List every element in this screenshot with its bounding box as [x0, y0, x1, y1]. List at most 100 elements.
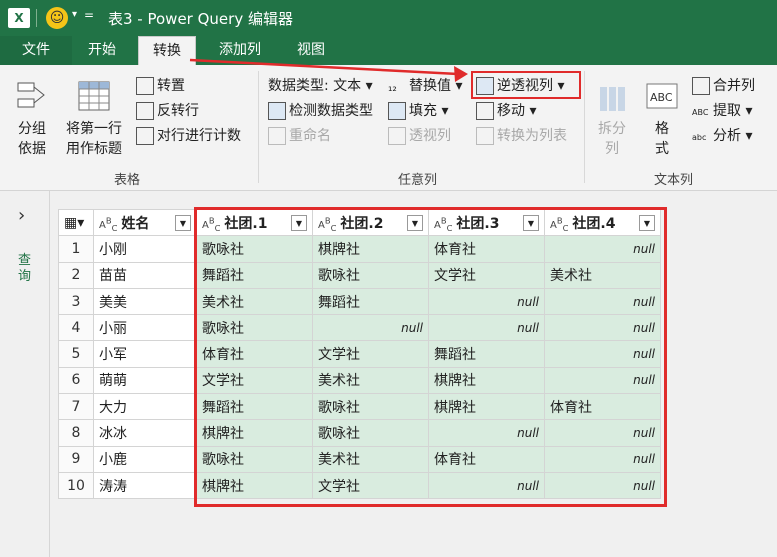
filter-dropdown-icon[interactable]: ▼ — [175, 214, 191, 231]
table-cell[interactable]: 歌咏社 — [196, 314, 313, 342]
parse-button[interactable]: abc 分析 ▾ — [692, 125, 752, 147]
row-number[interactable]: 5 — [58, 340, 94, 368]
split-column-button[interactable]: 拆分 列 — [592, 79, 632, 159]
table-cell[interactable]: 体育社 — [428, 445, 545, 473]
row-number[interactable]: 2 — [58, 261, 94, 289]
table-cell[interactable]: 歌咏社 — [312, 393, 429, 421]
table-cell[interactable]: 冰冰 — [93, 419, 197, 447]
filter-dropdown-icon[interactable]: ▼ — [523, 214, 539, 231]
table-cell[interactable]: 歌咏社 — [196, 445, 313, 473]
table-cell[interactable]: 文学社 — [196, 366, 313, 395]
filter-dropdown-icon[interactable]: ▼ — [639, 214, 655, 231]
table-cell[interactable]: 文学社 — [428, 261, 545, 289]
table-cell[interactable]: 棋牌社 — [428, 366, 545, 395]
table-cell[interactable]: null — [544, 314, 661, 342]
table-cell[interactable]: null — [544, 445, 661, 473]
filter-dropdown-icon[interactable]: ▼ — [407, 214, 423, 231]
table-cell[interactable]: 美美 — [93, 287, 197, 316]
replace-values-button[interactable]: ₁₂ 替换值 ▾ — [388, 75, 462, 97]
table-row[interactable]: 8 冰冰 棋牌社 歌咏社 null null — [58, 419, 661, 447]
row-number[interactable]: 10 — [58, 471, 94, 500]
fill-button[interactable]: 填充 ▾ — [388, 100, 448, 122]
first-row-header-button[interactable]: 将第一行 用作标题 — [58, 79, 130, 159]
table-cell[interactable]: 小刚 — [93, 235, 197, 263]
tab-file[interactable]: 文件 — [0, 36, 72, 65]
table-row[interactable]: 3 美美 美术社 舞蹈社 null null — [58, 287, 661, 316]
table-cell[interactable]: 歌咏社 — [312, 419, 429, 447]
row-number[interactable]: 8 — [58, 419, 94, 447]
tab-home[interactable]: 开始 — [74, 36, 130, 65]
quick-access-dropdown-icon[interactable]: ▾ — [72, 9, 77, 20]
table-cell[interactable]: null — [544, 235, 661, 263]
column-header[interactable]: ABC 社团.2 ▼ — [312, 208, 429, 237]
table-cell[interactable]: 文学社 — [312, 340, 429, 368]
table-row[interactable]: 4 小丽 歌咏社 null null null — [58, 314, 661, 342]
table-row[interactable]: 5 小军 体育社 文学社 舞蹈社 null — [58, 340, 661, 368]
smiley-feedback-icon[interactable]: ☺ — [46, 7, 68, 29]
table-cell[interactable]: null — [428, 471, 545, 500]
table-cell[interactable]: 小丽 — [93, 314, 197, 342]
table-cell[interactable]: 棋牌社 — [428, 393, 545, 421]
convert-to-list-button[interactable]: 转换为列表 — [476, 125, 567, 147]
table-cell[interactable]: 苗苗 — [93, 261, 197, 289]
rename-button[interactable]: 重命名 — [268, 125, 331, 147]
table-row[interactable]: 1 小刚 歌咏社 棋牌社 体育社 null — [58, 235, 661, 263]
table-cell[interactable]: 舞蹈社 — [428, 340, 545, 368]
table-cell[interactable]: null — [428, 314, 545, 342]
customize-icon[interactable]: = — [84, 8, 94, 22]
table-row[interactable]: 2 苗苗 舞蹈社 歌咏社 文学社 美术社 — [58, 261, 661, 289]
column-header[interactable]: ABC 社团.1 ▼ — [196, 208, 313, 237]
count-rows-button[interactable]: 对行进行计数 — [136, 125, 241, 147]
table-cell[interactable]: 舞蹈社 — [196, 261, 313, 289]
reverse-rows-button[interactable]: 反转行 — [136, 100, 199, 122]
table-cell[interactable]: 美术社 — [196, 287, 313, 316]
row-number[interactable]: 9 — [58, 445, 94, 473]
row-number[interactable]: 4 — [58, 314, 94, 342]
table-cell[interactable]: 小鹿 — [93, 445, 197, 473]
transpose-button[interactable]: 转置 — [136, 75, 185, 97]
extract-button[interactable]: ABC 提取 ▾ — [692, 100, 752, 122]
group-by-button[interactable]: 分组 依据 — [8, 79, 56, 159]
table-cell[interactable]: 小军 — [93, 340, 197, 368]
table-row[interactable]: 7 大力 舞蹈社 歌咏社 棋牌社 体育社 — [58, 393, 661, 421]
table-row[interactable]: 10 涛涛 棋牌社 文学社 null null — [58, 471, 661, 500]
table-cell[interactable]: 美术社 — [544, 261, 661, 289]
table-cell[interactable]: 体育社 — [544, 393, 661, 421]
expand-queries-chevron-icon[interactable]: › — [18, 205, 25, 226]
table-cell[interactable]: 文学社 — [312, 471, 429, 500]
table-cell[interactable]: 萌萌 — [93, 366, 197, 395]
table-cell[interactable]: null — [312, 314, 429, 342]
queries-label[interactable]: 查询 — [18, 253, 34, 285]
table-menu-icon[interactable]: ▦▾ — [58, 208, 94, 237]
table-cell[interactable]: 歌咏社 — [196, 235, 313, 263]
table-cell[interactable]: null — [544, 419, 661, 447]
table-cell[interactable]: 体育社 — [428, 235, 545, 263]
column-header[interactable]: ABC 社团.4 ▼ — [544, 208, 661, 237]
row-number[interactable]: 1 — [58, 235, 94, 263]
table-cell[interactable]: 美术社 — [312, 366, 429, 395]
table-cell[interactable]: 棋牌社 — [312, 235, 429, 263]
filter-dropdown-icon[interactable]: ▼ — [291, 214, 307, 231]
column-header[interactable]: ABC 社团.3 ▼ — [428, 208, 545, 237]
row-number[interactable]: 6 — [58, 366, 94, 395]
format-button[interactable]: ABC 格 式 — [642, 79, 682, 159]
table-cell[interactable]: 歌咏社 — [312, 261, 429, 289]
table-cell[interactable]: 美术社 — [312, 445, 429, 473]
tab-add-column[interactable]: 添加列 — [205, 36, 275, 65]
detect-type-button[interactable]: 检测数据类型 — [268, 100, 373, 122]
row-number[interactable]: 7 — [58, 393, 94, 421]
pivot-button[interactable]: 透视列 — [388, 125, 451, 147]
table-row[interactable]: 9 小鹿 歌咏社 美术社 体育社 null — [58, 445, 661, 473]
table-cell[interactable]: 大力 — [93, 393, 197, 421]
table-cell[interactable]: 棋牌社 — [196, 419, 313, 447]
table-cell[interactable]: null — [428, 419, 545, 447]
merge-columns-button[interactable]: 合并列 — [692, 75, 755, 97]
excel-icon[interactable]: X — [8, 8, 30, 28]
tab-transform[interactable]: 转换 — [138, 36, 196, 65]
table-cell[interactable]: 涛涛 — [93, 471, 197, 500]
table-row[interactable]: 6 萌萌 文学社 美术社 棋牌社 null — [58, 366, 661, 395]
tab-view[interactable]: 视图 — [283, 36, 339, 65]
table-cell[interactable]: 体育社 — [196, 340, 313, 368]
table-cell[interactable]: 棋牌社 — [196, 471, 313, 500]
table-cell[interactable]: null — [544, 287, 661, 316]
